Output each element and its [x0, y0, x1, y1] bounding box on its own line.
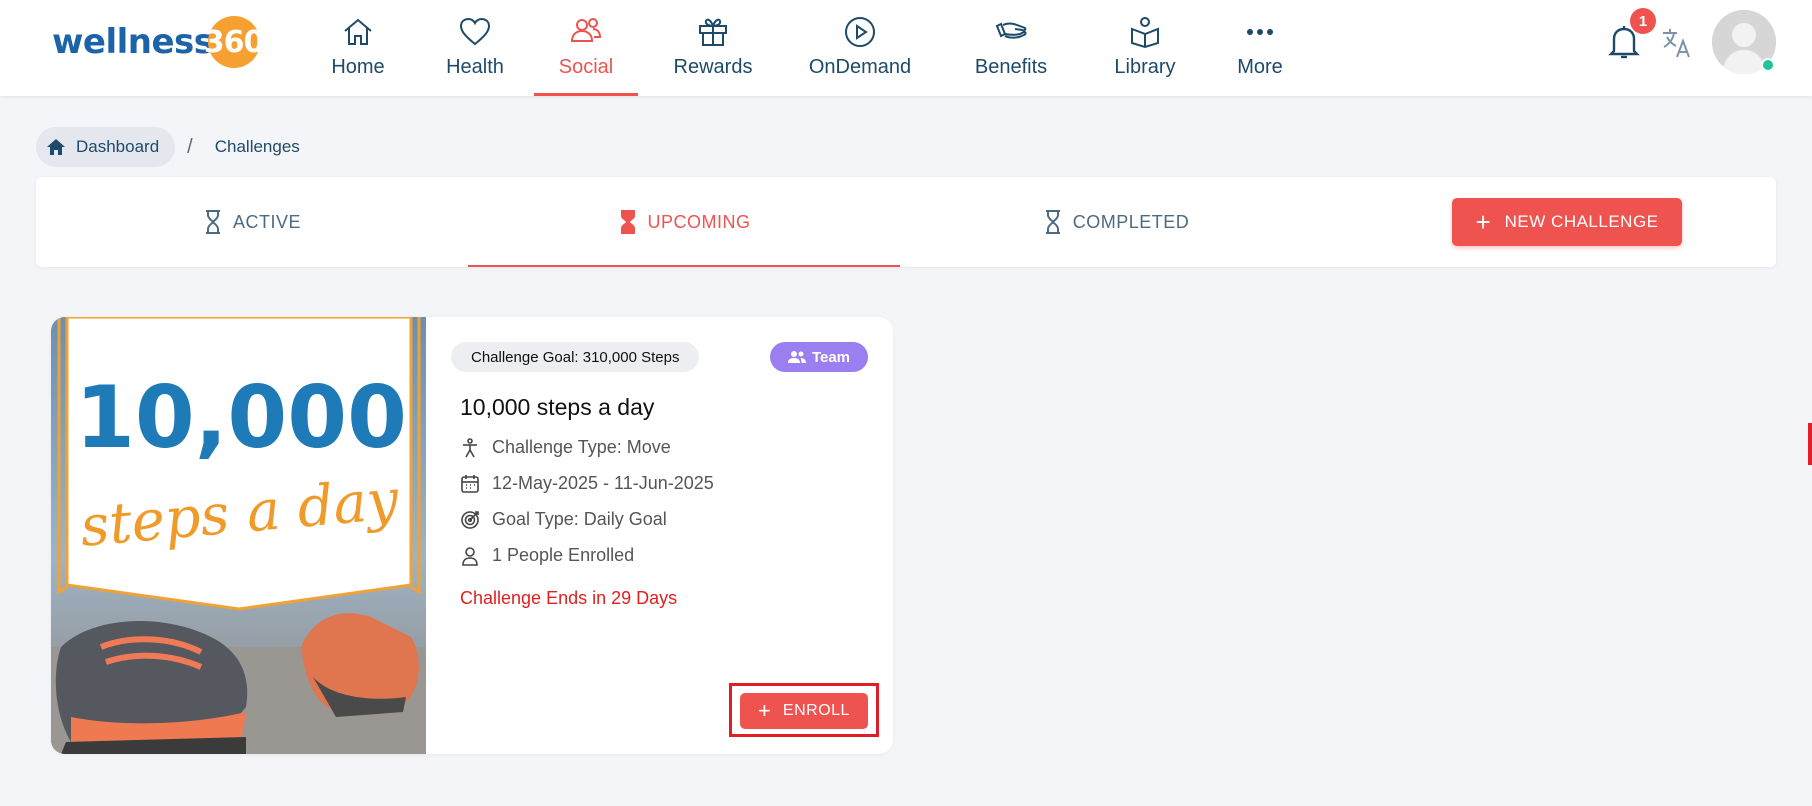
- nav-health-label: Health: [446, 56, 504, 78]
- challenge-title: 10,000 steps a day: [460, 394, 655, 420]
- nav-social[interactable]: Social: [534, 0, 638, 96]
- breadcrumb-current: Challenges: [214, 137, 300, 156]
- nav-home-label: Home: [331, 56, 385, 78]
- challenge-goal-chip: Challenge Goal: 310,000 Steps: [451, 342, 700, 372]
- nav-ondemand[interactable]: OnDemand: [788, 0, 932, 96]
- new-challenge-label: NEW CHALLENGE: [1504, 212, 1659, 231]
- new-challenge-button[interactable]: + NEW CHALLENGE: [1452, 198, 1682, 246]
- breadcrumb-separator: /: [187, 135, 193, 158]
- home-icon: [344, 18, 372, 45]
- hourglass-icon: [205, 210, 220, 234]
- nav-home[interactable]: Home: [300, 0, 416, 96]
- hourglass-icon: [1045, 210, 1060, 234]
- nav-rewards-label: Rewards: [673, 56, 753, 78]
- enrolled-row: 1 People Enrolled: [460, 545, 634, 566]
- team-badge-label: Team: [811, 348, 851, 366]
- people-icon: [570, 18, 602, 42]
- challenge-type: Challenge Type: Move: [492, 437, 671, 457]
- brand-badge: 360: [204, 16, 264, 68]
- translate-button[interactable]: [1660, 26, 1694, 60]
- challenge-tabs: ACTIVE UPCOMING COMPLETED + NEW CHALLENG…: [36, 177, 1776, 267]
- challenge-type-row: Challenge Type: Move: [460, 437, 671, 458]
- hourglass-filled-icon: [620, 210, 635, 234]
- person-move-icon: [463, 437, 477, 457]
- goal-type: Goal Type: Daily Goal: [492, 509, 667, 529]
- people-enrolled: 1 People Enrolled: [492, 545, 635, 565]
- play-circle-icon: [845, 17, 875, 47]
- team-icon: [787, 351, 806, 363]
- notification-badge: 1: [1630, 8, 1656, 34]
- brand-number: 360: [203, 24, 265, 60]
- challenge-card[interactable]: 10,000 steps a day Challenge Goal: 310,0…: [51, 317, 893, 754]
- online-status-dot: [1761, 58, 1775, 72]
- tab-active[interactable]: ACTIVE: [36, 177, 468, 267]
- tab-completed-label: COMPLETED: [1072, 211, 1190, 232]
- plus-icon: +: [758, 698, 771, 723]
- translate-icon: [1663, 29, 1690, 58]
- goal-type-row: Goal Type: Daily Goal: [460, 509, 667, 530]
- enroll-label: ENROLL: [782, 702, 850, 719]
- brand-name: wellness: [52, 22, 214, 62]
- breadcrumb-dashboard[interactable]: Dashboard: [36, 127, 176, 167]
- nav-social-label: Social: [558, 56, 614, 78]
- image-text-number: 10,000: [75, 368, 407, 468]
- more-dots-icon: [1247, 29, 1273, 35]
- nav-health[interactable]: Health: [416, 0, 534, 96]
- breadcrumb: Dashboard / Challenges: [36, 127, 300, 167]
- brand-logo[interactable]: wellness 360: [52, 14, 264, 70]
- home-filled-icon: [47, 139, 65, 155]
- book-reader-icon: [1131, 17, 1159, 49]
- nav-rewards[interactable]: Rewards: [638, 0, 788, 96]
- tab-upcoming-label: UPCOMING: [647, 211, 751, 232]
- nav-ondemand-label: OnDemand: [808, 56, 912, 78]
- tab-completed[interactable]: COMPLETED: [900, 177, 1332, 267]
- nav-benefits-label: Benefits: [974, 56, 1048, 78]
- nav-more-label: More: [1237, 56, 1283, 78]
- plus-icon: +: [1475, 207, 1491, 237]
- heart-icon: [459, 17, 491, 46]
- hand-icon: [995, 22, 1027, 39]
- person-icon: [462, 546, 478, 566]
- challenge-dates: 12-May-2025 - 11-Jun-2025: [492, 473, 714, 493]
- edge-highlight-marker: [1808, 423, 1812, 465]
- nav-more[interactable]: More: [1200, 0, 1320, 96]
- breadcrumb-dashboard-label: Dashboard: [76, 137, 160, 156]
- nav-library[interactable]: Library: [1090, 0, 1200, 96]
- main-nav: Home Health Social Rewards OnDemand Bene…: [300, 0, 1320, 96]
- top-navbar: wellness 360 Home Health Social Rewards …: [0, 0, 1812, 96]
- target-icon: [461, 510, 479, 529]
- nav-benefits[interactable]: Benefits: [932, 0, 1090, 96]
- enroll-button[interactable]: + ENROLL: [740, 693, 868, 729]
- challenge-ends-text: Challenge Ends in 29 Days: [460, 588, 678, 608]
- tab-upcoming[interactable]: UPCOMING: [468, 177, 900, 267]
- team-badge: Team: [770, 342, 868, 372]
- challenge-dates-row: 12-May-2025 - 11-Jun-2025: [460, 473, 714, 494]
- tab-active-label: ACTIVE: [232, 211, 301, 232]
- gift-icon: [699, 18, 727, 46]
- calendar-icon: [461, 474, 479, 493]
- challenge-image-art: 10,000 steps a day: [51, 317, 426, 754]
- challenge-image: 10,000 steps a day: [51, 317, 426, 754]
- nav-library-label: Library: [1114, 56, 1176, 78]
